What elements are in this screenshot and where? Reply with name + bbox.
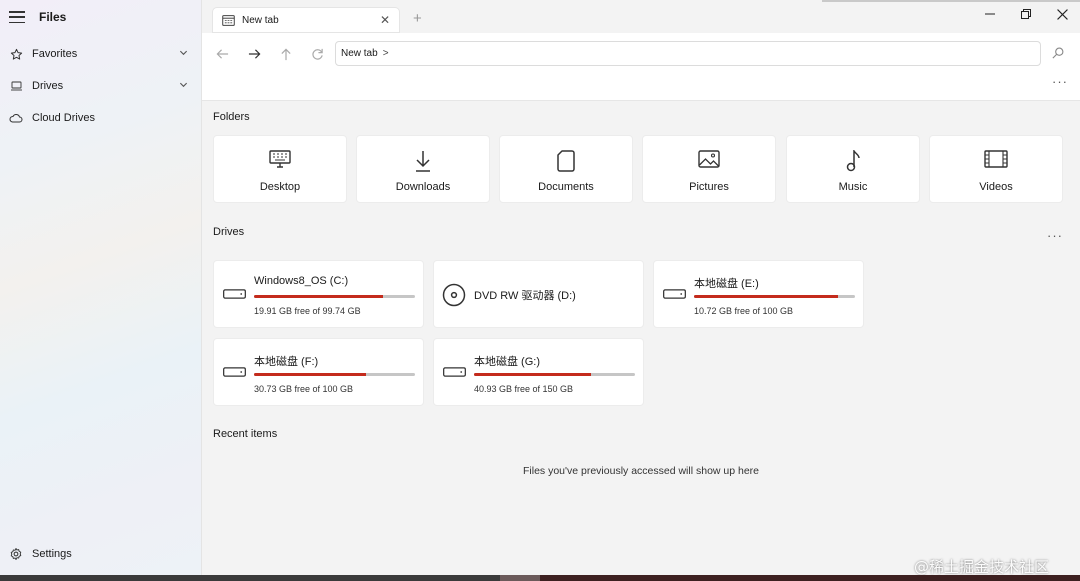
folder-name: Desktop (259, 181, 301, 193)
restore-icon (1021, 9, 1031, 19)
drive-usage-fill (254, 373, 366, 376)
breadcrumb-separator[interactable]: > (383, 48, 389, 59)
sidebar-item-label: Cloud Drives (32, 112, 95, 124)
disc-icon (442, 283, 466, 307)
new-tab-button[interactable]: + (413, 10, 422, 27)
folders-section-title: Folders (213, 111, 250, 123)
search-button[interactable] (1047, 43, 1069, 63)
search-icon (1052, 47, 1064, 59)
tab-new-tab[interactable]: New tab ✕ (212, 7, 400, 33)
refresh-button[interactable] (306, 45, 328, 63)
drive-usage-fill (474, 373, 592, 376)
arrow-up-icon (281, 48, 291, 60)
drive-usage-bar (474, 373, 635, 376)
drive-free-space: 10.72 GB free of 100 GB (694, 306, 794, 316)
drive-usage-fill (694, 295, 838, 298)
drive-name: DVD RW 驱动器 (D:) (474, 290, 576, 302)
chevron-down-icon[interactable] (179, 48, 188, 60)
document-icon (500, 150, 632, 172)
drive-usage-bar (254, 373, 415, 376)
drives-section-title: Drives (213, 226, 245, 238)
watermark: @稀土掘金技术社区 (914, 558, 1050, 576)
minimize-button[interactable] (972, 4, 1008, 24)
arrow-right-icon (248, 49, 260, 59)
app-title: Files (39, 10, 67, 24)
tab-label: New tab (242, 14, 279, 26)
folder-name: Music (838, 181, 868, 193)
drive-name: 本地磁盘 (G:) (474, 356, 540, 368)
up-button[interactable] (275, 45, 297, 63)
close-icon (1056, 8, 1068, 20)
drive-name: 本地磁盘 (F:) (254, 356, 319, 368)
folder-card-music[interactable]: Music (786, 135, 920, 203)
music-note-icon (787, 150, 919, 172)
gear-icon (9, 547, 23, 561)
navigation-bar: New tab > ··· (202, 33, 1080, 101)
folder-name: Downloads (395, 181, 451, 193)
drive-free-space: 30.73 GB free of 100 GB (254, 384, 354, 394)
settings-button[interactable]: Settings (0, 543, 202, 565)
back-button[interactable] (211, 45, 233, 63)
hard-drive-icon (663, 289, 686, 299)
drive-free-space: 40.93 GB free of 150 GB (474, 384, 574, 394)
drive-card-g[interactable]: 本地磁盘 (G:) 40.93 GB free of 150 GB (433, 338, 644, 406)
picture-icon (643, 150, 775, 172)
sidebar-item-label: Drives (32, 80, 64, 92)
hamburger-menu-icon[interactable] (9, 11, 25, 23)
sidebar-item-favorites[interactable]: Favorites (0, 41, 202, 67)
drive-free-space: 19.91 GB free of 99.74 GB (254, 306, 361, 316)
drive-usage-fill (254, 295, 383, 298)
chevron-down-icon[interactable] (179, 80, 188, 92)
address-bar[interactable]: New tab > (335, 41, 1041, 66)
star-icon (9, 47, 23, 61)
drive-usage-bar (254, 295, 415, 298)
close-tab-icon[interactable]: ✕ (380, 13, 390, 27)
sidebar-item-cloud-drives[interactable]: Cloud Drives (0, 105, 202, 131)
taskbar-segment (540, 575, 1080, 581)
forward-button[interactable] (243, 45, 265, 63)
folder-card-pictures[interactable]: Pictures (642, 135, 776, 203)
breadcrumb-item[interactable]: New tab (341, 48, 378, 59)
sidebar-item-drives[interactable]: Drives (0, 73, 202, 99)
hard-drive-icon (223, 289, 246, 299)
app-header: Files (0, 0, 202, 34)
recent-empty-message: Files you've previously accessed will sh… (522, 465, 760, 477)
top-edge-strip (822, 0, 1080, 2)
folder-name: Pictures (689, 181, 729, 193)
folder-card-desktop[interactable]: Desktop (213, 135, 347, 203)
hard-drive-icon (223, 367, 246, 377)
folder-name: Videos (979, 181, 1013, 193)
settings-label: Settings (32, 548, 72, 560)
close-window-button[interactable] (1044, 4, 1080, 24)
drive-icon (9, 79, 23, 93)
sidebar: Files Favorites Drives Cloud Drives Sett… (0, 0, 202, 575)
drives-more-button[interactable]: ··· (1047, 228, 1063, 243)
drive-name: 本地磁盘 (E:) (694, 278, 759, 290)
drive-name: Windows8_OS (C:) (254, 275, 349, 287)
drive-card-f[interactable]: 本地磁盘 (F:) 30.73 GB free of 100 GB (213, 338, 424, 406)
drive-card-e[interactable]: 本地磁盘 (E:) 10.72 GB free of 100 GB (653, 260, 864, 328)
folder-card-videos[interactable]: Videos (929, 135, 1063, 203)
cloud-icon (9, 111, 23, 125)
arrow-left-icon (216, 49, 228, 59)
minimize-icon (985, 13, 995, 15)
taskbar-edge (0, 575, 1080, 581)
taskbar-segment (500, 575, 540, 581)
more-options-button[interactable]: ··· (1052, 74, 1068, 89)
download-icon (357, 150, 489, 172)
refresh-icon (311, 48, 323, 60)
recent-section-title: Recent items (213, 428, 278, 440)
folder-name: Documents (538, 181, 594, 193)
desktop-icon (214, 150, 346, 172)
folder-card-documents[interactable]: Documents (499, 135, 633, 203)
drive-usage-bar (694, 295, 855, 298)
tab-page-icon (222, 14, 235, 26)
film-icon (930, 150, 1062, 172)
drive-card-c[interactable]: Windows8_OS (C:) 19.91 GB free of 99.74 … (213, 260, 424, 328)
sidebar-item-label: Favorites (32, 48, 78, 60)
restore-button[interactable] (1008, 4, 1044, 24)
drive-card-d[interactable]: DVD RW 驱动器 (D:) (433, 260, 644, 328)
folder-card-downloads[interactable]: Downloads (356, 135, 490, 203)
hard-drive-icon (443, 367, 466, 377)
